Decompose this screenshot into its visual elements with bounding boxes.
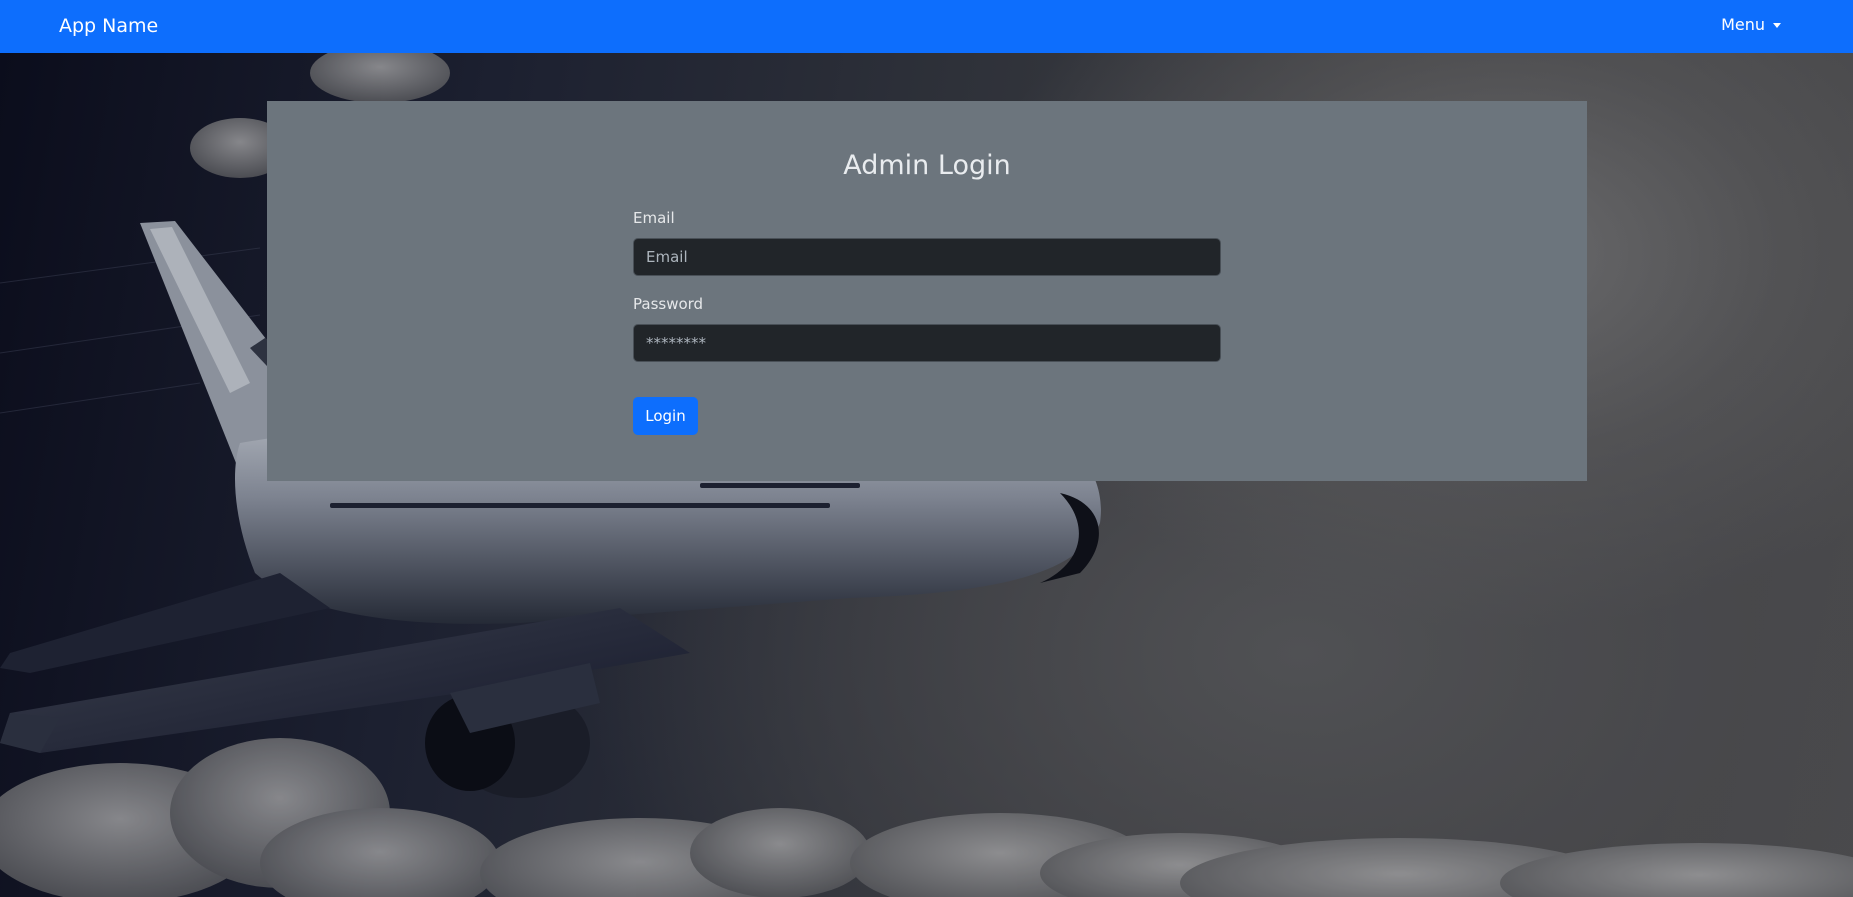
menu-label: Menu [1721, 15, 1765, 34]
menu-dropdown-toggle[interactable]: Menu [1721, 15, 1781, 35]
email-group: Email [633, 208, 1221, 276]
app-brand-link[interactable]: App Name [59, 14, 158, 38]
password-label: Password [633, 295, 704, 313]
top-navbar: App Name Menu [0, 0, 1853, 53]
email-input[interactable] [633, 238, 1221, 276]
caret-down-icon [1773, 22, 1781, 28]
login-button[interactable]: Login [633, 397, 698, 435]
login-form: Email Password Login [633, 208, 1221, 435]
email-label: Email [633, 209, 675, 227]
page-title: Admin Login [843, 150, 1011, 181]
password-input[interactable] [633, 324, 1221, 362]
password-group: Password [633, 294, 1221, 362]
login-card: Admin Login Email Password Login [267, 101, 1587, 481]
